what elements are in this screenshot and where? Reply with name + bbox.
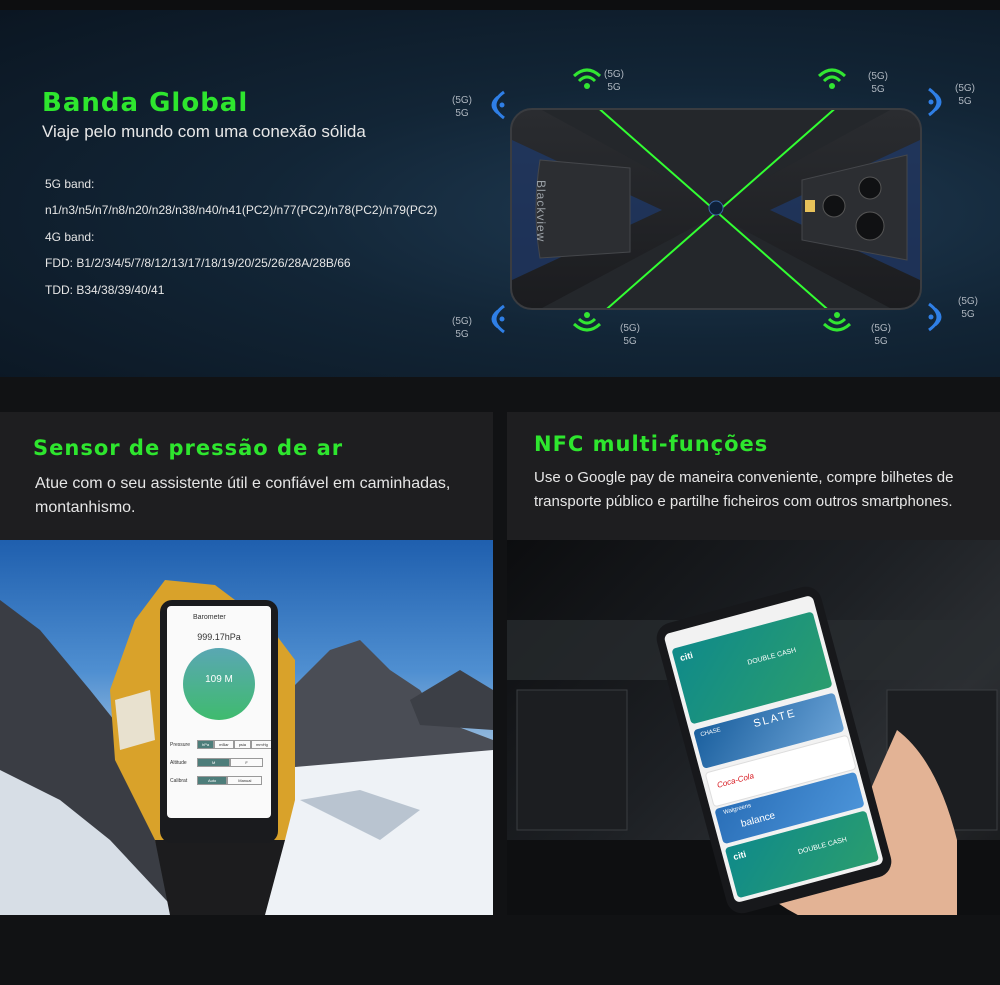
signal-waves-icon [928, 87, 942, 117]
unit-option[interactable]: mmHg [251, 740, 271, 749]
bottom-strip [0, 915, 1000, 985]
signal-label: (5G) 5G [604, 69, 624, 93]
card-name: SLATE [752, 707, 798, 731]
phone-screen: Barometer 999.17hPa 109 M Pressure hPa m… [167, 606, 271, 818]
altitude-unit-toggle[interactable]: M F [197, 758, 263, 767]
band-line: 4G band: [45, 230, 95, 244]
altitude-value: 109 M [205, 674, 233, 685]
signal-label: (5G) 5G [452, 316, 472, 340]
card-brand: CHASE [699, 727, 722, 739]
signal-label: (5G) 5G [955, 83, 975, 107]
signal-label: (5G) 5G [958, 296, 978, 320]
wifi-signal-icon [572, 68, 602, 89]
unit-option[interactable]: hPa [197, 740, 215, 749]
card-brand: citi [678, 649, 694, 664]
nfc-title: NFC multi-funções [534, 432, 769, 456]
sensor-title: Sensor de pressão de ar [33, 436, 344, 460]
row-label: Calibrat [170, 778, 188, 784]
barometer-image: Barometer 999.17hPa 109 M Pressure hPa m… [0, 540, 493, 915]
nfc-description: Use o Google pay de maneira conveniente,… [534, 469, 954, 510]
unit-option[interactable]: mBar [214, 740, 234, 749]
unit-option[interactable]: F [230, 758, 263, 767]
pressure-unit-toggle[interactable]: hPa mBar psia mmHg [197, 740, 271, 749]
wifi-signal-icon [822, 312, 852, 332]
phone-brand-logo: Blackview [534, 180, 548, 243]
card-name: balance [739, 810, 777, 830]
app-title: Barometer [193, 614, 226, 621]
top-strip [0, 0, 1000, 10]
card-brand: Walgreens [722, 802, 752, 817]
row-label: Pressure [170, 742, 191, 748]
phone-back: Blackview [510, 108, 922, 310]
phone-device: Barometer 999.17hPa 109 M Pressure hPa m… [160, 600, 278, 843]
nfc-image: citi DOUBLE CASH CHASE SLATE Coca-Cola W… [507, 540, 1000, 915]
sensor-description: Atue com o seu assistente útil e confiáv… [35, 475, 451, 516]
calib-option[interactable]: Auto [197, 776, 228, 785]
signal-waves-icon [928, 302, 942, 332]
row-label: Altitude [170, 760, 187, 766]
signal-label: (5G) 5G [868, 71, 888, 95]
card-name: DOUBLE CASH [797, 836, 848, 857]
band-line: 5G band: [45, 177, 95, 191]
band-line: n1/n3/n5/n7/n8/n20/n28/n38/n40/n41(PC2)/… [45, 203, 438, 217]
altitude-gauge: 109 M [183, 648, 255, 720]
wifi-signal-icon [572, 312, 602, 332]
band-line: TDD: B34/38/39/40/41 [45, 283, 165, 297]
signal-label: (5G) 5G [871, 323, 891, 347]
card-brand: Coca-Cola [716, 771, 755, 790]
pressure-value: 999.17hPa [197, 632, 241, 642]
signal-label: (5G) 5G [452, 95, 472, 119]
hero-subtitle: Viaje pelo mundo com uma conexão sólida [42, 122, 366, 141]
section-gap [0, 377, 1000, 412]
signal-label: (5G) 5G [620, 323, 640, 347]
unit-option[interactable]: psia [233, 740, 252, 749]
signal-waves-icon [491, 90, 505, 120]
phone-back-art [512, 110, 920, 308]
card-brand: citi [732, 848, 748, 863]
calibration-toggle[interactable]: Auto Manual [197, 776, 263, 785]
hero-title: Banda Global [42, 88, 249, 118]
calib-option[interactable]: Manual [227, 776, 263, 785]
signal-waves-icon [491, 304, 505, 334]
band-line: FDD: B1/2/3/4/5/7/8/12/13/17/18/19/20/25… [45, 256, 351, 270]
wifi-signal-icon [817, 68, 847, 89]
unit-option[interactable]: M [197, 758, 231, 767]
card-name: DOUBLE CASH [746, 646, 798, 667]
